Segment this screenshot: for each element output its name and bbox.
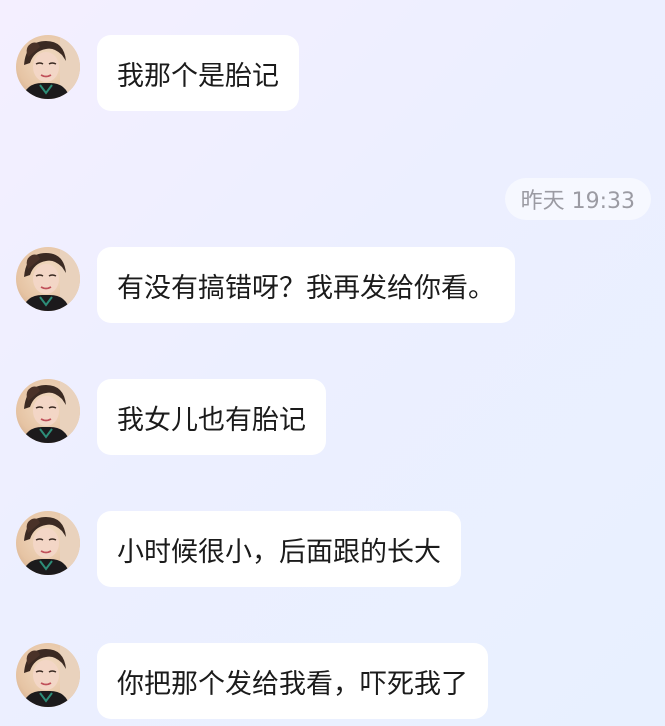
avatar-image bbox=[16, 511, 80, 575]
avatar[interactable] bbox=[16, 643, 80, 707]
avatar[interactable] bbox=[16, 511, 80, 575]
message-text: 有没有搞错呀？我再发给你看。 bbox=[117, 272, 495, 304]
message-row: 你把那个发给我看，吓死我了 bbox=[16, 643, 488, 719]
message-bubble[interactable]: 我女儿也有胎记 bbox=[97, 379, 326, 455]
avatar-image bbox=[16, 643, 80, 707]
message-text: 你把那个发给我看，吓死我了 bbox=[117, 668, 468, 700]
message-text: 我那个是胎记 bbox=[117, 60, 279, 92]
message-row: 有没有搞错呀？我再发给你看。 bbox=[16, 247, 515, 323]
message-bubble[interactable]: 小时候很小，后面跟的长大 bbox=[97, 511, 461, 587]
avatar-image bbox=[16, 35, 80, 99]
message-text: 小时候很小，后面跟的长大 bbox=[117, 536, 441, 568]
message-bubble[interactable]: 有没有搞错呀？我再发给你看。 bbox=[97, 247, 515, 323]
avatar[interactable] bbox=[16, 379, 80, 443]
message-row: 小时候很小，后面跟的长大 bbox=[16, 511, 461, 587]
message-bubble[interactable]: 我那个是胎记 bbox=[97, 35, 299, 111]
message-text: 我女儿也有胎记 bbox=[117, 404, 306, 436]
avatar[interactable] bbox=[16, 247, 80, 311]
message-bubble[interactable]: 你把那个发给我看，吓死我了 bbox=[97, 643, 488, 719]
avatar-image bbox=[16, 247, 80, 311]
message-row: 我那个是胎记 bbox=[16, 35, 299, 111]
timestamp-pill: 昨天 19:33 bbox=[504, 178, 651, 220]
avatar[interactable] bbox=[16, 35, 80, 99]
chat-area: 我那个是胎记 昨天 19:33 有没有搞错呀？我再发给你看。 我女儿也有胎记 小… bbox=[0, 0, 665, 726]
timestamp-text: 昨天 19:33 bbox=[520, 189, 635, 214]
avatar-image bbox=[16, 379, 80, 443]
message-row: 我女儿也有胎记 bbox=[16, 379, 326, 455]
